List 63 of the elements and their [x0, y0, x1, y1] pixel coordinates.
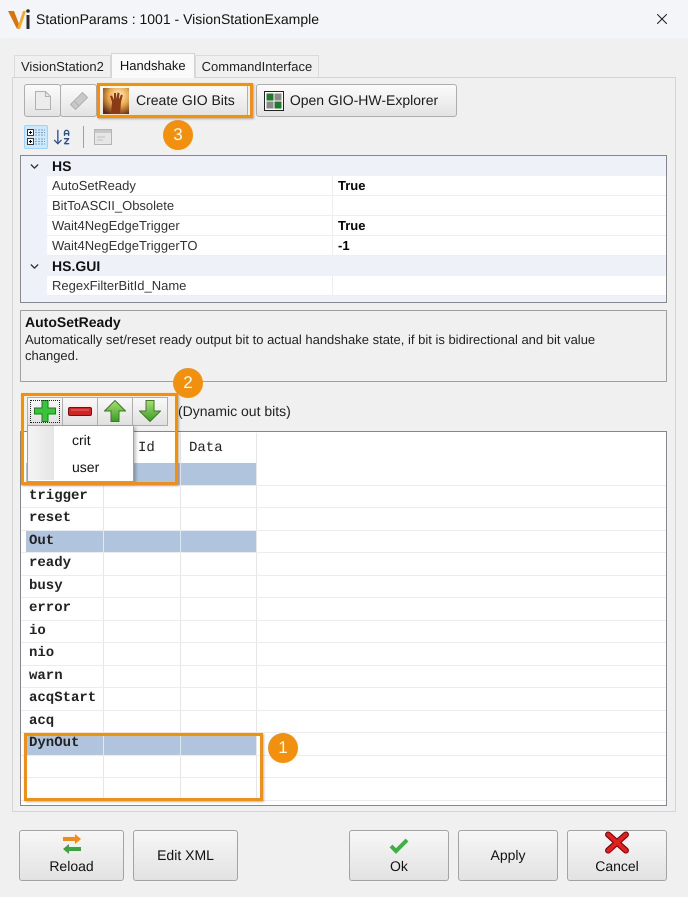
property-name[interactable]: RegexFilterBitId_Name [47, 276, 333, 296]
tab[interactable]: VisionStation2 [14, 55, 111, 77]
page-icon [34, 91, 50, 110]
arrow-up-icon [104, 400, 126, 422]
column-header[interactable]: Id [138, 438, 155, 458]
view-button[interactable] [24, 125, 48, 149]
dialog-button[interactable]: Apply [458, 830, 558, 881]
description-title: AutoSetReady [25, 313, 121, 331]
dialog-button[interactable]: Edit XML [133, 830, 238, 881]
table-cell-text: reset [29, 509, 72, 528]
table-cell-text: nio [29, 644, 54, 664]
value-field[interactable]: True [333, 176, 666, 196]
table-cell-text: io [29, 622, 46, 641]
table-cell-text: DynOut [29, 734, 80, 754]
remove-button[interactable] [62, 396, 98, 426]
table-cell-text: Out [29, 532, 54, 551]
value-field[interactable]: -1 [333, 236, 666, 256]
menu-item[interactable]: crit [55, 427, 133, 453]
swap-arrows-icon [62, 834, 82, 854]
grid-icon [264, 90, 284, 110]
window-title: StationParams : 1001 - VisionStationExample [36, 10, 320, 29]
ok-button[interactable]: Ok [349, 830, 449, 881]
table-cell-text: error [29, 599, 72, 618]
x-mark-icon [603, 831, 631, 854]
table-cell-text: acqStart [29, 689, 96, 708]
toolbar-caption: (Dynamic out bits) [178, 402, 291, 421]
arrow-down-icon [139, 400, 161, 422]
table-cell-text: busy [29, 576, 63, 596]
value-field[interactable]: True [333, 216, 666, 236]
table-row[interactable]: warn [26, 666, 257, 687]
table-row[interactable]: Out [26, 530, 257, 552]
add-button[interactable] [27, 396, 63, 426]
menu-item[interactable]: user [55, 454, 133, 480]
app-logo-icon [8, 8, 30, 30]
cancel-button[interactable]: Cancel [567, 830, 667, 881]
categorized-view-icon [27, 128, 45, 146]
eraser-icon [70, 92, 88, 110]
reload-button[interactable]: Reload [19, 830, 124, 881]
move-down-button[interactable] [132, 396, 168, 426]
description-text: Automatically set/reset ready output bit to actual handshake state, if bit is bidirectional and bit value changed. [25, 332, 596, 364]
plus-icon [34, 400, 56, 422]
table-cell-text: acq [29, 712, 54, 731]
check-icon [388, 837, 410, 854]
value-field[interactable] [333, 276, 666, 296]
tab[interactable]: CommandInterface [194, 55, 320, 77]
column-header[interactable]: Data [189, 438, 223, 458]
table-cell-text: ready [29, 554, 72, 574]
tab[interactable]: Handshake [110, 53, 195, 78]
window-icon [94, 129, 112, 145]
move-up-button[interactable] [97, 396, 133, 426]
category-name: HS.GUI [51, 256, 100, 276]
sort-alphabetical-icon [52, 127, 72, 147]
property-name[interactable]: Wait4NegEdgeTriggerTO [47, 236, 333, 256]
minus-icon [68, 406, 92, 416]
category-name: HS [51, 156, 72, 176]
table-cell-text: trigger [29, 486, 88, 506]
property-name[interactable]: Wait4NegEdgeTrigger [47, 216, 333, 236]
table-cell-text: warn [29, 666, 63, 686]
open-explorer-button[interactable]: Open GIO-HW-Explorer [256, 84, 458, 117]
property-name[interactable]: AutoSetReady [47, 176, 333, 196]
property-name[interactable]: BitToASCII_Obsolete [47, 196, 333, 216]
value-field[interactable] [333, 196, 666, 216]
hand-icon [103, 88, 129, 114]
